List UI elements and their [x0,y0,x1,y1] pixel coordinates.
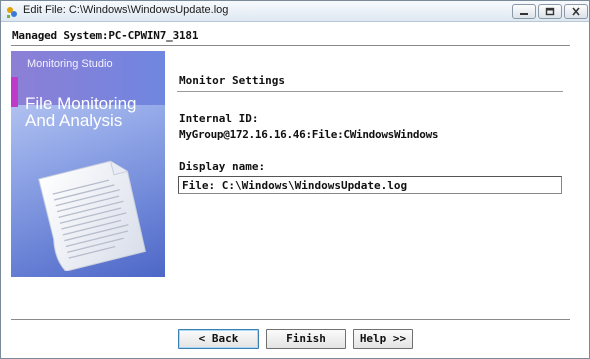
maximize-icon [545,7,555,16]
minimize-icon [520,13,528,15]
document-illustration-icon [38,160,146,271]
minimize-button[interactable] [512,4,536,19]
edit-file-window: Edit File: C:\Windows\WindowsUpdate.log … [0,0,590,359]
product-banner: Monitoring Studio File Monitoring And An… [11,51,165,277]
maximize-button[interactable] [538,4,562,19]
banner-heading-line2: And Analysis [25,111,123,130]
display-name-label: Display name: [179,160,266,173]
dialog-content: Managed System:PC-CPWIN7_3181 Monitoring… [1,22,589,358]
internal-id-label: Internal ID: [179,112,259,125]
app-icon [5,4,19,18]
section-divider [177,91,563,92]
banner-accent-stripe [11,77,18,107]
help-button[interactable]: Help >> [353,329,413,349]
footer-divider [11,319,570,320]
close-button[interactable] [564,4,588,19]
internal-id-value: MyGroup@172.16.16.46:File:CWindowsWindow… [179,128,439,141]
banner-brand: Monitoring Studio [27,58,113,70]
close-icon [572,7,580,16]
window-title: Edit File: C:\Windows\WindowsUpdate.log [23,4,229,16]
back-button[interactable]: < Back [178,329,259,349]
section-title: Monitor Settings [179,74,285,87]
finish-button[interactable]: Finish [266,329,346,349]
title-bar[interactable]: Edit File: C:\Windows\WindowsUpdate.log [1,1,589,22]
managed-system-label: Managed System:PC-CPWIN7_3181 [12,29,199,42]
banner-heading: File Monitoring And Analysis [25,95,160,129]
header-divider [11,45,570,46]
display-name-input[interactable] [178,176,562,194]
